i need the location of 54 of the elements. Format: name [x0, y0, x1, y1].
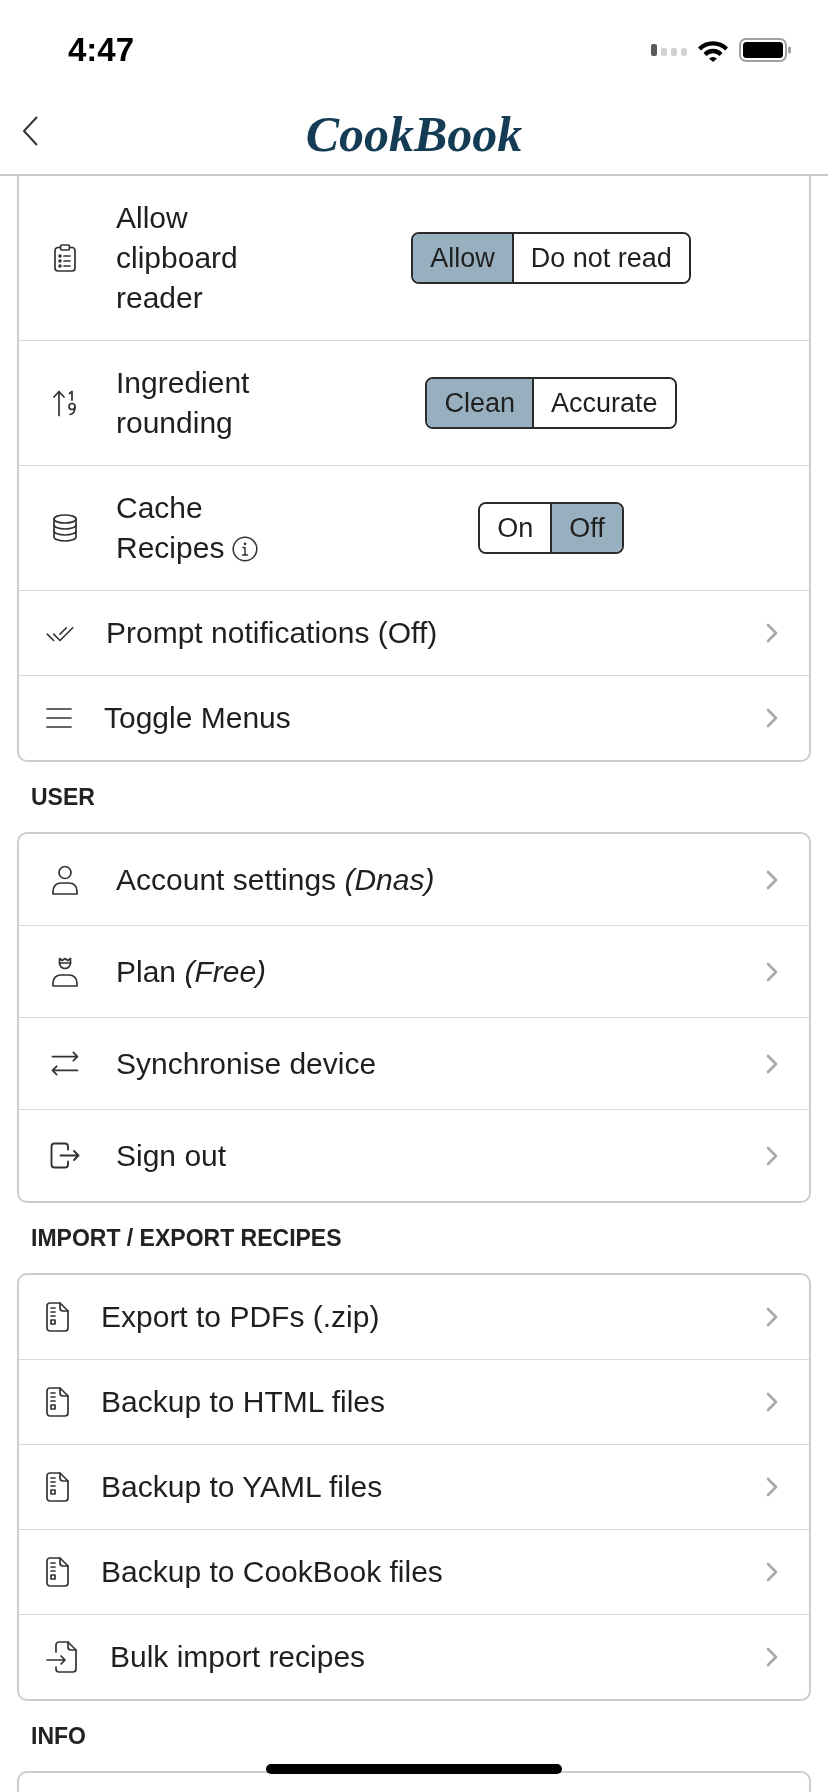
chevron-right-icon	[766, 708, 778, 728]
back-button[interactable]	[22, 116, 38, 146]
clipboard-list-icon	[54, 244, 76, 272]
segment-option[interactable]: Accurate	[532, 379, 675, 427]
menu-item[interactable]: Synchronise device	[19, 1017, 809, 1109]
menu-item[interactable]: Backup to YAML files	[19, 1444, 809, 1529]
document-icon	[46, 1472, 69, 1502]
chevron-right-icon	[766, 1053, 778, 1074]
menu-item[interactable]: Bulk import recipes	[19, 1614, 809, 1699]
segment-option[interactable]: Allow	[413, 234, 512, 282]
segment-option[interactable]: Do not read	[511, 234, 689, 282]
document-icon	[46, 1557, 69, 1587]
menu-icon	[46, 707, 72, 729]
chevron-right-icon	[766, 869, 778, 890]
document-icon	[46, 1387, 69, 1417]
menu-item[interactable]: Backup to HTML files	[19, 1359, 809, 1444]
menu-item[interactable]: Backup to CookBook files	[19, 1529, 809, 1614]
menu-item[interactable]: Export to PDFs (.zip)	[19, 1275, 809, 1359]
chevron-right-icon	[766, 1477, 778, 1497]
menu-item[interactable]: Sign out	[19, 1109, 809, 1201]
sign-out-icon	[50, 1142, 80, 1169]
info-icon[interactable]	[232, 536, 259, 562]
segment-option[interactable]: Clean	[427, 379, 532, 427]
wifi-icon	[697, 38, 729, 62]
menu-item[interactable]: Account settings (Dnas)	[19, 834, 809, 925]
chevron-right-icon	[766, 1647, 778, 1667]
menu-item[interactable]: Prompt notifications (Off)	[19, 590, 809, 675]
status-time: 4:47	[68, 32, 135, 68]
chevron-right-icon	[766, 1307, 778, 1327]
database-icon	[52, 514, 78, 542]
chevron-right-icon	[766, 1145, 778, 1166]
segment-option[interactable]: Off	[550, 504, 622, 552]
section-title: USER	[31, 783, 95, 811]
app-logo: CookBook	[305, 105, 523, 163]
section-title: IMPORT / EXPORT RECIPES	[31, 1224, 342, 1252]
chevron-left-icon	[22, 116, 38, 146]
document-icon	[46, 1302, 69, 1332]
document-arrow-icon	[46, 1641, 78, 1673]
signal-icon	[651, 44, 687, 56]
setting-label: Ingredient rounding	[116, 366, 250, 439]
chevron-right-icon	[766, 961, 778, 982]
setting-label: Cache Recipes	[116, 491, 225, 564]
chevron-right-icon	[766, 1562, 778, 1582]
section-title: INFO	[31, 1722, 86, 1750]
battery-icon	[739, 38, 791, 62]
chevron-right-icon	[766, 1392, 778, 1412]
person-crown-icon	[51, 956, 79, 987]
setting-label: Allow clipboard reader	[116, 201, 238, 314]
arrow-up-fraction-icon	[52, 389, 78, 417]
person-icon	[51, 864, 79, 895]
menu-item[interactable]: Plan (Free)	[19, 925, 809, 1017]
chevron-right-icon	[766, 623, 778, 643]
swap-arrows-icon	[51, 1051, 79, 1076]
menu-item[interactable]: Toggle Menus	[19, 675, 809, 760]
